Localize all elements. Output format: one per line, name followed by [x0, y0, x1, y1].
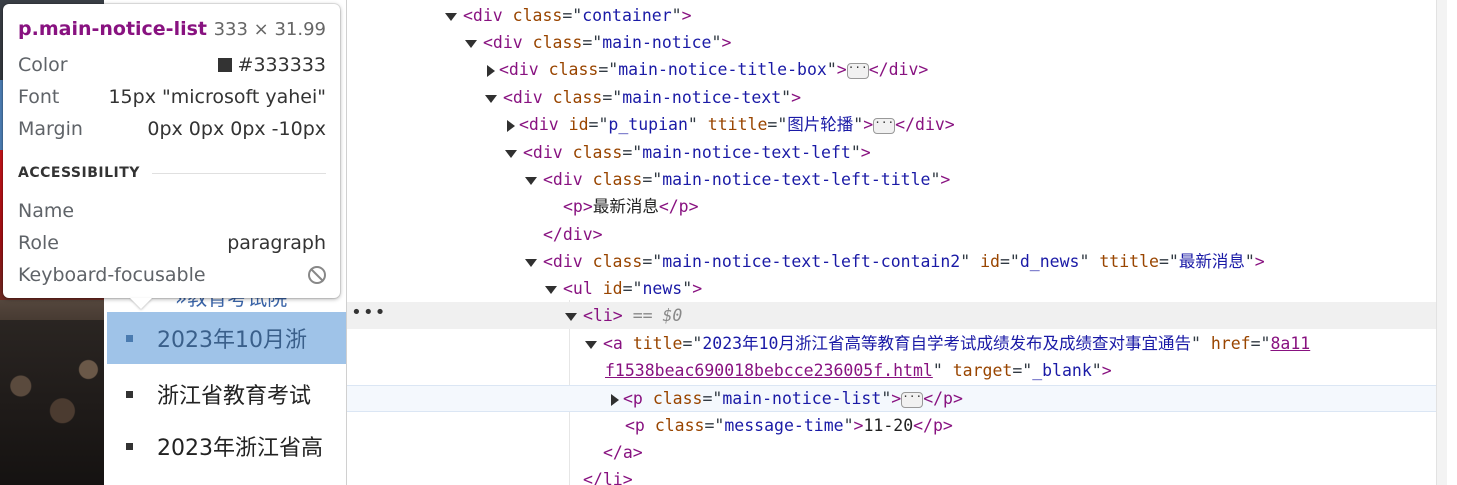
news-item-highlighted[interactable]: 2023年10月浙: [107, 312, 346, 364]
scrollbar[interactable]: [1436, 0, 1447, 485]
dom-node-container[interactable]: <div class="container">: [347, 2, 1447, 29]
font-row: Font 15px "microsoft yahei": [18, 86, 326, 108]
expand-triangle-icon[interactable]: [507, 119, 515, 132]
collapse-triangle-icon[interactable]: [465, 39, 477, 48]
news-item-label: 2023年浙江省高: [157, 436, 323, 461]
expand-triangle-icon[interactable]: [611, 393, 619, 406]
name-label: Name: [18, 200, 75, 222]
news-item-label: 浙江省教育考试: [157, 384, 312, 409]
dom-node-title-box[interactable]: <div class="main-notice-title-box">···</…: [347, 56, 1447, 83]
tooltip-header: p.main-notice-list 333 × 31.99: [18, 18, 326, 40]
ellipsis-icon[interactable]: ···: [873, 117, 896, 134]
tooltip-arrow: [130, 298, 152, 309]
margin-value: 0px 0px 0px -10px: [147, 118, 326, 140]
collapse-triangle-icon[interactable]: [445, 12, 457, 21]
more-options-icon[interactable]: •••: [351, 302, 387, 323]
color-row: Color #333333: [18, 54, 326, 76]
elements-panel[interactable]: <div class="container"> <div class="main…: [346, 0, 1447, 485]
role-row: Role paragraph: [18, 232, 326, 254]
dom-node-main-notice[interactable]: <div class="main-notice">: [347, 29, 1447, 56]
accessibility-section: ACCESSIBILITY: [18, 165, 326, 181]
dom-node-text-left[interactable]: <div class="main-notice-text-left">: [347, 139, 1447, 166]
collapse-triangle-icon[interactable]: [545, 285, 557, 294]
dom-node-contain2[interactable]: <div class="main-notice-text-left-contai…: [347, 248, 1447, 275]
news-item-label: 2023年10月浙: [157, 328, 307, 353]
href-link[interactable]: f1538beac690018bebcce236005f.html: [605, 361, 933, 380]
collapse-triangle-icon[interactable]: [525, 176, 537, 185]
collapse-triangle-icon[interactable]: [505, 149, 517, 158]
dom-node-p-time[interactable]: <p class="message-time">11-20</p>: [347, 412, 1447, 439]
expand-triangle-icon[interactable]: [487, 64, 495, 77]
dom-node-p-list[interactable]: <p class="main-notice-list">···</p>: [347, 385, 1447, 412]
collapse-triangle-icon[interactable]: [565, 312, 577, 321]
dom-node-p-title[interactable]: <p>最新消息</p>: [347, 193, 1447, 220]
bullet-icon: [126, 442, 133, 450]
element-size: 333 × 31.99: [213, 18, 326, 40]
dom-node-close-div[interactable]: </div>: [347, 221, 1447, 248]
name-row: Name: [18, 200, 326, 222]
not-allowed-icon: [308, 266, 326, 284]
dom-node-anchor-cont[interactable]: f1538beac690018bebcce236005f.html" targe…: [347, 357, 1447, 384]
dom-node-li-selected[interactable]: <li> == $0: [347, 302, 1447, 329]
dom-node-ul-news[interactable]: <ul id="news">: [347, 275, 1447, 302]
role-label: Role: [18, 232, 59, 254]
focusable-label: Keyboard-focusable: [18, 264, 206, 286]
collapse-triangle-icon[interactable]: [485, 94, 497, 103]
dom-node-close-li[interactable]: </li>: [347, 466, 1447, 485]
color-value: #333333: [237, 54, 326, 76]
dom-node-left-title[interactable]: <div class="main-notice-text-left-title"…: [347, 166, 1447, 193]
section-title: ACCESSIBILITY: [18, 165, 140, 181]
news-item[interactable]: 浙江省教育考试: [107, 368, 346, 420]
bullet-icon: [126, 390, 133, 398]
color-label: Color: [18, 54, 68, 76]
margin-label: Margin: [18, 118, 83, 140]
inspect-tooltip: p.main-notice-list 333 × 31.99 Color #33…: [3, 4, 340, 298]
dom-node-anchor[interactable]: <a title="2023年10月浙江省高等教育自学考试成绩发布及成绩查对事宜…: [347, 330, 1447, 357]
news-item[interactable]: 2023年浙江省高: [107, 420, 346, 472]
color-swatch-icon: [217, 58, 232, 72]
dom-node-notice-text[interactable]: <div class="main-notice-text">: [347, 84, 1447, 111]
dom-node-close-a[interactable]: </a>: [347, 439, 1447, 466]
href-link[interactable]: 8a11: [1270, 334, 1310, 353]
font-value: 15px "microsoft yahei": [108, 86, 326, 108]
photo-audience: [0, 320, 104, 485]
collapse-triangle-icon[interactable]: [585, 340, 597, 349]
section-divider: [151, 172, 326, 174]
role-value: paragraph: [227, 232, 326, 254]
element-selector: p.main-notice-list: [18, 18, 207, 40]
focusable-row: Keyboard-focusable: [18, 264, 326, 286]
collapse-triangle-icon[interactable]: [525, 258, 537, 267]
font-label: Font: [18, 86, 60, 108]
ellipsis-icon[interactable]: ···: [901, 391, 924, 408]
dom-node-tupian[interactable]: <div id="p_tupian" ttitle="图片轮播">···</di…: [347, 111, 1447, 138]
margin-row: Margin 0px 0px 0px -10px: [18, 118, 326, 140]
ellipsis-icon[interactable]: ···: [846, 62, 869, 79]
bullet-icon: [126, 334, 133, 342]
